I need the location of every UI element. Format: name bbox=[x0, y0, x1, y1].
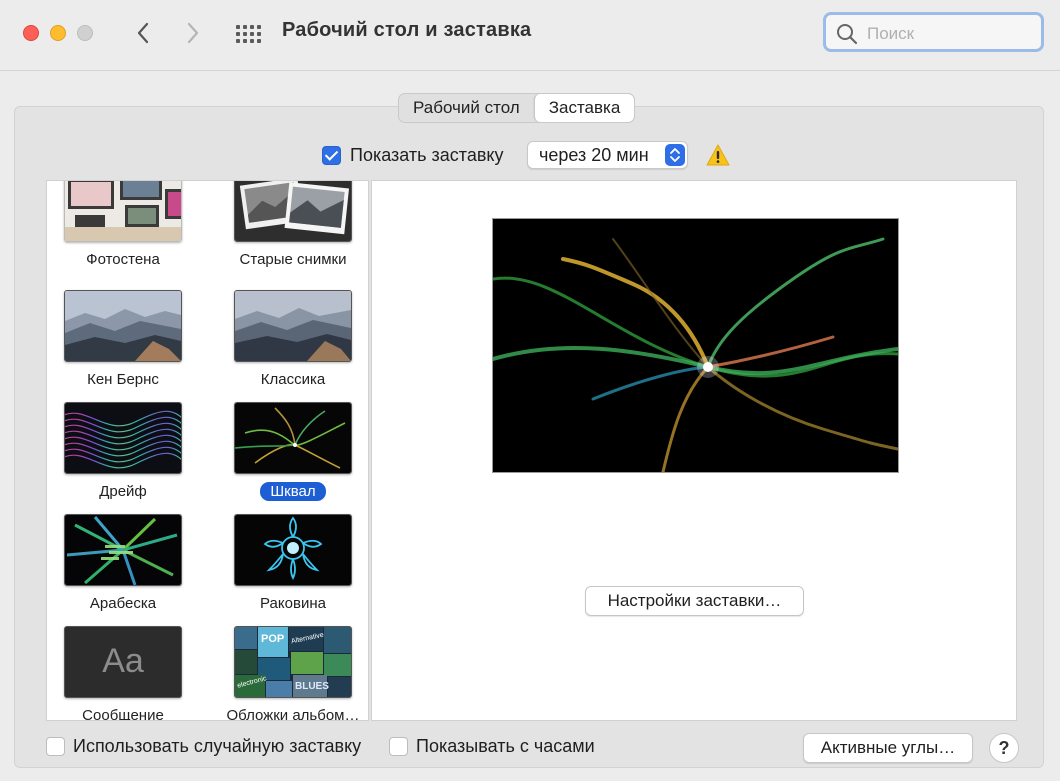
saver-label: Дрейф bbox=[99, 483, 147, 500]
delay-popup[interactable]: через 20 мин bbox=[527, 141, 688, 169]
message-thumbnail: Aa bbox=[64, 626, 182, 698]
show-all-preferences-button[interactable] bbox=[233, 21, 265, 47]
saver-label: Арабеска bbox=[89, 595, 157, 612]
tab-control: Рабочий стол Заставка bbox=[398, 93, 636, 123]
random-saver-row: Использовать случайную заставку bbox=[46, 736, 361, 757]
saver-item-album-artwork[interactable]: POP Alternative electronic BLUES Обложки… bbox=[218, 626, 368, 721]
show-screensaver-checkbox[interactable] bbox=[322, 145, 341, 165]
saver-label: Фотостена bbox=[86, 251, 160, 268]
ken-burns-thumbnail bbox=[64, 290, 182, 362]
saver-item-shell[interactable]: Раковина bbox=[218, 514, 368, 613]
saver-label: Сообщение bbox=[82, 707, 164, 721]
zoom-window-button[interactable] bbox=[77, 25, 93, 41]
chevron-right-icon bbox=[187, 22, 199, 44]
show-clock-checkbox[interactable] bbox=[389, 737, 408, 756]
saver-item-flurry[interactable]: Шквал bbox=[218, 402, 368, 501]
warning-icon[interactable] bbox=[706, 144, 730, 166]
search-field[interactable]: Поиск bbox=[823, 12, 1044, 52]
saver-label: Раковина bbox=[260, 595, 326, 612]
saver-item-ken-burns[interactable]: Кен Бернс bbox=[48, 290, 198, 389]
show-screensaver-row: Показать заставку bbox=[322, 143, 503, 167]
show-clock-row: Показывать с часами bbox=[389, 736, 595, 757]
close-window-button[interactable] bbox=[23, 25, 39, 41]
help-button[interactable]: ? bbox=[989, 733, 1019, 763]
saver-item-classic[interactable]: Классика bbox=[218, 290, 368, 389]
minimize-window-button[interactable] bbox=[50, 25, 66, 41]
forward-button[interactable] bbox=[178, 18, 208, 48]
arabesque-thumbnail bbox=[64, 514, 182, 586]
search-icon bbox=[837, 24, 858, 45]
shell-thumbnail bbox=[234, 514, 352, 586]
random-saver-checkbox[interactable] bbox=[46, 737, 65, 756]
photo-wall-thumbnail bbox=[64, 181, 182, 242]
delay-value: через 20 мин bbox=[539, 145, 649, 165]
saver-label: Обложки альбом… bbox=[226, 707, 360, 721]
screensaver-options-button[interactable]: Настройки заставки… bbox=[585, 586, 804, 616]
hot-corners-button[interactable]: Активные углы… bbox=[803, 733, 973, 763]
show-clock-label: Показывать с часами bbox=[416, 736, 595, 756]
tab-screensaver[interactable]: Заставка bbox=[533, 94, 635, 122]
vintage-prints-thumbnail bbox=[234, 181, 352, 242]
album-word: POP bbox=[261, 633, 285, 645]
saver-item-arabesque[interactable]: Арабеска bbox=[48, 514, 198, 613]
saver-label: Старые снимки bbox=[239, 251, 347, 268]
back-button[interactable] bbox=[128, 18, 158, 48]
saver-item-message[interactable]: Aa Сообщение bbox=[48, 626, 198, 721]
saver-label: Классика bbox=[260, 371, 326, 388]
tab-desktop[interactable]: Рабочий стол bbox=[399, 94, 534, 122]
updown-arrows-icon bbox=[665, 144, 685, 166]
album-word: BLUES bbox=[295, 681, 329, 692]
flurry-thumbnail bbox=[234, 402, 352, 474]
screensaver-list[interactable]: Фотостена Старые снимки Кен Бернс Класси… bbox=[46, 180, 369, 721]
search-placeholder: Поиск bbox=[867, 24, 915, 43]
window-title: Рабочий стол и заставка bbox=[282, 19, 532, 41]
random-saver-label: Использовать случайную заставку bbox=[73, 736, 362, 756]
saver-label-selected: Шквал bbox=[260, 482, 326, 501]
saver-item-photo-wall[interactable]: Фотостена bbox=[48, 181, 198, 269]
album-artwork-thumbnail: POP Alternative electronic BLUES bbox=[234, 626, 352, 698]
chevron-left-icon bbox=[137, 22, 149, 44]
classic-thumbnail bbox=[234, 290, 352, 362]
preview-area: Настройки заставки… bbox=[371, 180, 1017, 721]
saver-item-vintage-prints[interactable]: Старые снимки bbox=[218, 181, 368, 269]
drift-thumbnail bbox=[64, 402, 182, 474]
saver-item-drift[interactable]: Дрейф bbox=[48, 402, 198, 501]
saver-label: Кен Бернс bbox=[87, 371, 159, 388]
message-thumb-text: Aa bbox=[102, 642, 144, 680]
show-screensaver-label: Показать заставку bbox=[350, 144, 504, 165]
title-bar: Рабочий стол и заставка Поиск bbox=[0, 0, 1060, 71]
screensaver-preview bbox=[492, 218, 899, 473]
